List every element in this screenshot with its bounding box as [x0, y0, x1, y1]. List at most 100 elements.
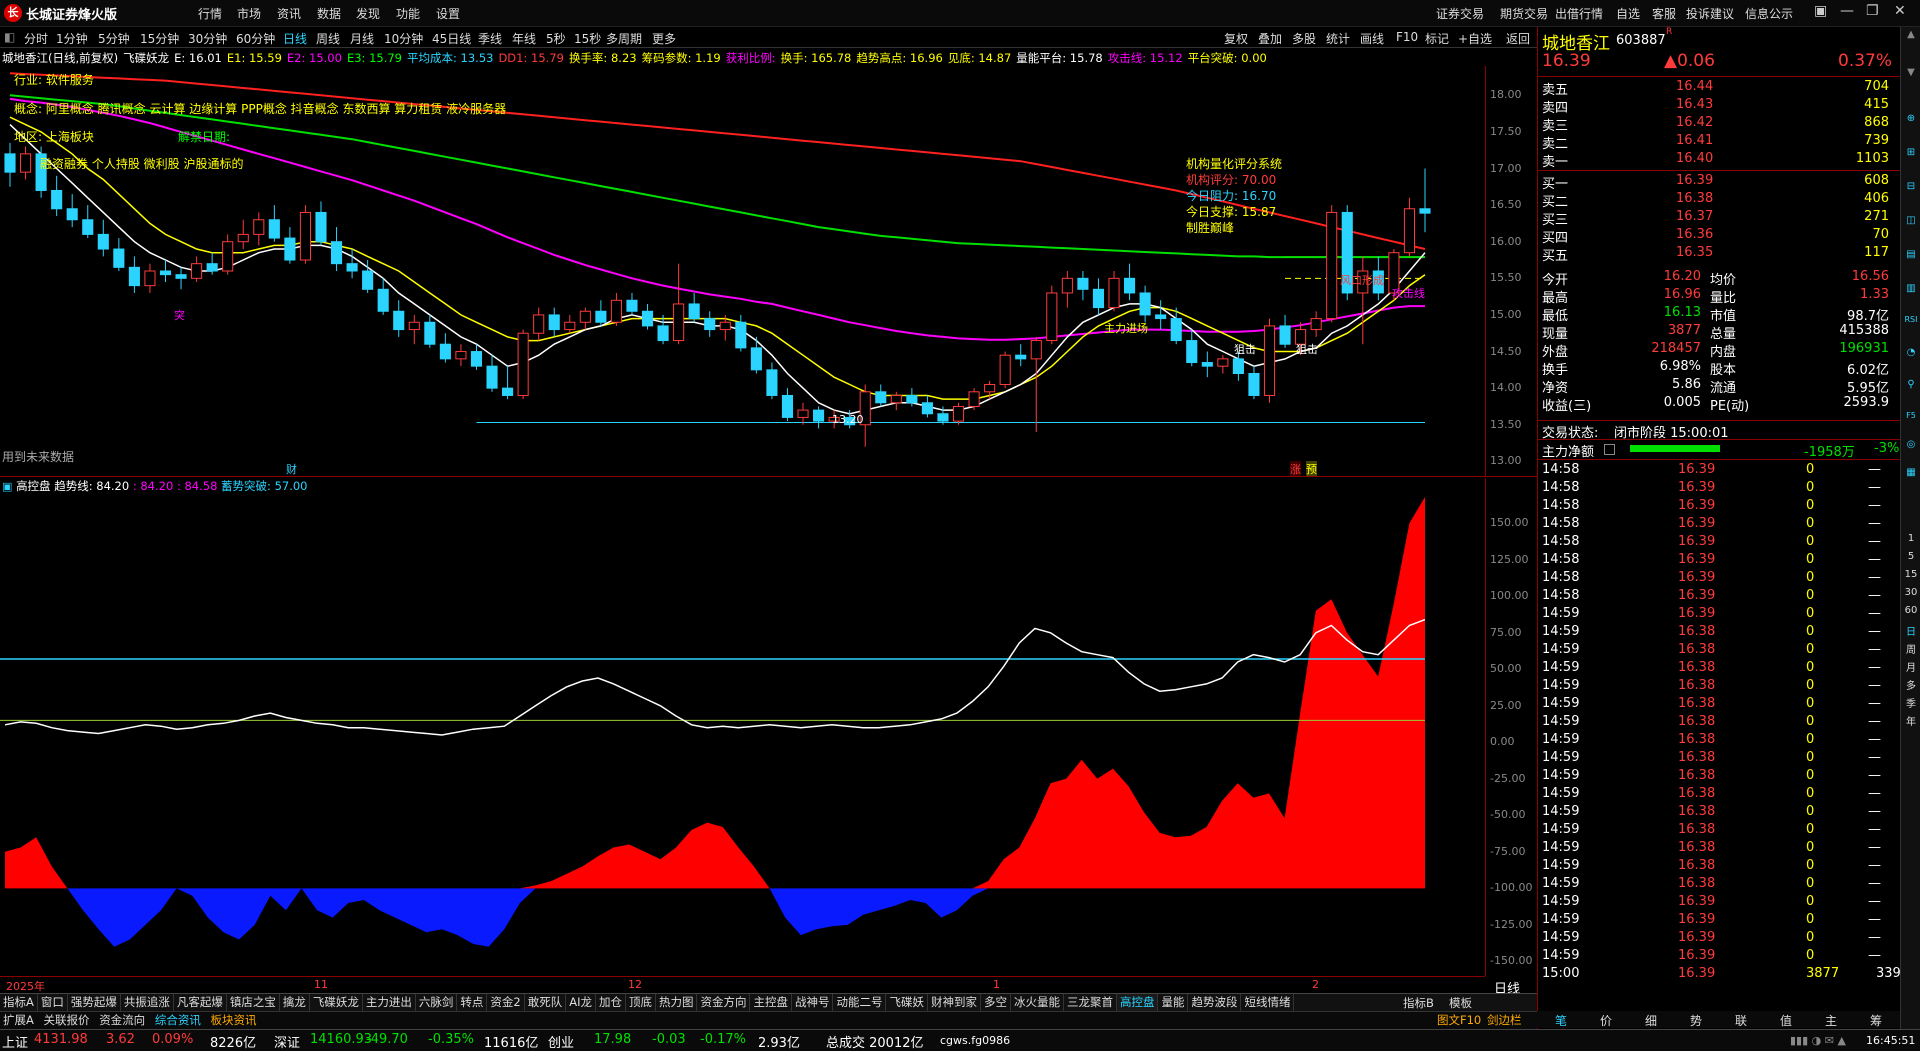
tf-tab[interactable]: 5秒: [546, 30, 566, 47]
indicator-tab[interactable]: 镇店之宝: [227, 994, 280, 1011]
tab-fund-flow[interactable]: 资金流向: [96, 1012, 148, 1029]
orderbook-row[interactable]: 买五 16.35 117: [1538, 245, 1901, 264]
finance-marker[interactable]: 财: [286, 461, 297, 477]
menu-item-market[interactable]: 行情: [198, 5, 222, 22]
detail-tab[interactable]: 联: [1735, 1012, 1747, 1029]
menu-item-news[interactable]: 资讯: [277, 5, 301, 22]
tool-icon[interactable]: ◎: [1903, 439, 1919, 450]
close-icon[interactable]: ✕: [1894, 3, 1906, 19]
indicator-tab[interactable]: 指标A: [0, 994, 38, 1011]
orderbook-row[interactable]: 卖二 16.41 739: [1538, 133, 1901, 152]
indicator-tab[interactable]: 主力进出: [363, 994, 416, 1011]
detail-tab[interactable]: 笔: [1555, 1012, 1567, 1029]
orderbook-row[interactable]: 卖一 16.40 1103: [1538, 151, 1901, 170]
period-side-button[interactable]: 30: [1903, 587, 1919, 598]
period-side-button[interactable]: 周: [1903, 641, 1919, 656]
menu-customer-service[interactable]: 客服: [1652, 5, 1676, 22]
tick-list[interactable]: 14:58 16.39 0—14:58 16.39 0—14:58 16.39 0—14:5…: [1538, 459, 1901, 1020]
skin-icon[interactable]: ▣: [1814, 3, 1827, 19]
tab-sector-news[interactable]: 板块资讯: [208, 1012, 260, 1029]
tool-back[interactable]: 返回: [1506, 30, 1530, 47]
detail-tab[interactable]: 势: [1690, 1012, 1702, 1029]
indicator-tab[interactable]: 三龙聚首: [1064, 994, 1117, 1011]
orderbook-row[interactable]: 买四 16.36 70: [1538, 227, 1901, 246]
indicator-tab[interactable]: 强势起爆: [68, 994, 121, 1011]
f5-icon[interactable]: F5: [1903, 411, 1919, 420]
indicator-tab[interactable]: 多空: [981, 994, 1011, 1011]
period-side-button[interactable]: 15: [1903, 569, 1919, 580]
tf-tab[interactable]: 45日线: [432, 30, 471, 47]
legend-item[interactable]: 城地香江(日线,前复权): [2, 51, 118, 65]
toolbar-toggle-icon[interactable]: ◧: [4, 30, 15, 44]
tab-extension-a[interactable]: 扩展A: [0, 1012, 37, 1029]
tf-tab[interactable]: 月线: [350, 30, 374, 47]
scroll-down-icon[interactable]: ▼: [1903, 67, 1919, 78]
tool-icon[interactable]: ▦: [1903, 467, 1919, 478]
detail-tab[interactable]: 筹: [1870, 1012, 1882, 1029]
tf-tab[interactable]: 15分钟: [140, 30, 179, 47]
indicator-tab[interactable]: 转点: [457, 994, 488, 1011]
maximize-icon[interactable]: ❐: [1866, 3, 1879, 19]
detail-tab[interactable]: 价: [1600, 1012, 1612, 1029]
menu-disclosure[interactable]: 信息公示: [1745, 5, 1793, 22]
menu-item-market-center[interactable]: 市场: [237, 5, 261, 22]
indicator-tab[interactable]: 敢死队: [525, 994, 567, 1011]
tf-tab[interactable]: 年线: [512, 30, 536, 47]
indicator-tab[interactable]: 短线情绪: [1241, 994, 1295, 1011]
period-side-button[interactable]: 60: [1903, 605, 1919, 616]
tool-restore-rights[interactable]: 复权: [1224, 30, 1248, 47]
main-flow-checkbox[interactable]: [1604, 444, 1615, 455]
indicator-tab[interactable]: 凡客起爆: [174, 994, 227, 1011]
menu-complaints[interactable]: 投诉建议: [1686, 5, 1734, 22]
indicator-name[interactable]: 高控盘: [16, 479, 51, 493]
indicator-tab[interactable]: 加仓: [596, 994, 626, 1011]
tf-more[interactable]: 更多: [652, 30, 676, 47]
menu-item-function[interactable]: 功能: [396, 5, 420, 22]
tf-tab[interactable]: 30分钟: [188, 30, 227, 47]
indicator-tab[interactable]: 擒龙: [280, 994, 310, 1011]
cy-index-name[interactable]: 创业: [548, 1032, 574, 1051]
tool-icon[interactable]: ⊞: [1903, 147, 1919, 158]
tf-tab[interactable]: 季线: [478, 30, 502, 47]
period-side-button[interactable]: 多: [1903, 677, 1919, 692]
tool-icon[interactable]: ⊟: [1903, 181, 1919, 192]
tf-tab[interactable]: 1分钟: [56, 30, 88, 47]
tf-tab[interactable]: 多周期: [606, 30, 642, 47]
menu-item-discover[interactable]: 发现: [356, 5, 380, 22]
tf-tab[interactable]: 10分钟: [384, 30, 423, 47]
indicator-tab[interactable]: 量能: [1158, 994, 1189, 1011]
tool-add-watchlist[interactable]: +自选: [1458, 30, 1492, 47]
tool-icon[interactable]: ⚲: [1903, 379, 1919, 390]
tab-indicator-b[interactable]: 指标B: [1400, 995, 1437, 1012]
orderbook-row[interactable]: 买一 16.39 608: [1538, 173, 1901, 192]
tab-template[interactable]: 模板: [1446, 995, 1475, 1012]
period-side-button[interactable]: 月: [1903, 659, 1919, 674]
tf-tab[interactable]: 周线: [316, 30, 340, 47]
orderbook-row[interactable]: 买二 16.38 406: [1538, 191, 1901, 210]
period-side-button[interactable]: 日: [1903, 623, 1919, 638]
forecast-marker[interactable]: 预: [1306, 461, 1317, 477]
tf-tab[interactable]: 5分钟: [98, 30, 130, 47]
tool-icon[interactable]: ▥: [1903, 283, 1919, 294]
indicator-tab[interactable]: 窗口: [38, 994, 68, 1011]
indicator-tab[interactable]: 冰火量能: [1011, 994, 1064, 1011]
indicator-tab[interactable]: 飞碟妖: [886, 994, 928, 1011]
tab-f10[interactable]: 图文F10: [1434, 1012, 1484, 1029]
indicator-tab[interactable]: 财神到家: [928, 994, 981, 1011]
limit-up-marker[interactable]: 涨: [1290, 461, 1301, 477]
indicator-tab[interactable]: 热力图: [656, 994, 698, 1011]
menu-item-settings[interactable]: 设置: [436, 5, 460, 22]
tab-related-quotes[interactable]: 关联报价: [41, 1012, 93, 1029]
indicator-tab[interactable]: 顶底: [626, 994, 656, 1011]
orderbook-row[interactable]: 卖四 16.43 415: [1538, 97, 1901, 116]
tool-icon[interactable]: ▤: [1903, 249, 1919, 260]
tool-statistics[interactable]: 统计: [1326, 30, 1350, 47]
menu-securities-trade[interactable]: 证券交易: [1436, 5, 1484, 22]
tab-news[interactable]: 综合资讯: [152, 1012, 204, 1029]
indicator-tab[interactable]: 高控盘: [1116, 994, 1159, 1011]
indicator-tab[interactable]: 资金2: [487, 994, 525, 1011]
tf-tab[interactable]: 分时: [24, 30, 48, 47]
detail-tab[interactable]: 细: [1645, 1012, 1657, 1029]
sz-index-name[interactable]: 深证: [274, 1032, 300, 1051]
indicator-chart[interactable]: [0, 494, 1485, 976]
